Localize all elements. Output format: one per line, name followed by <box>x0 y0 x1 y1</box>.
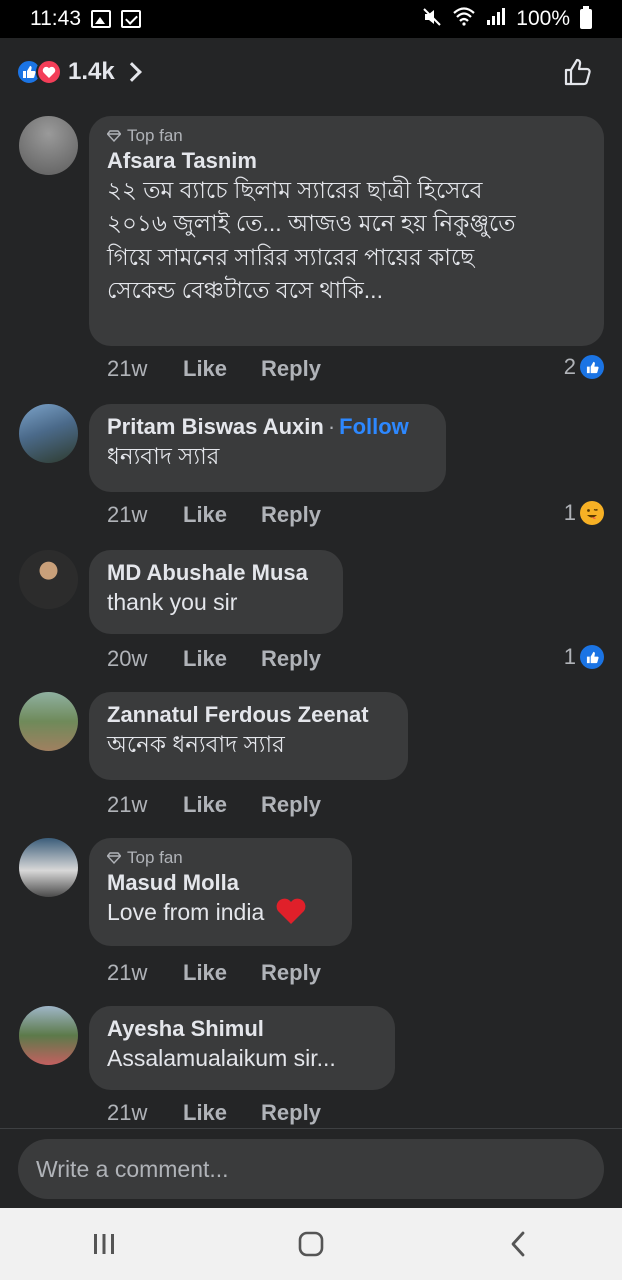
comment-text: অনেক ধন্যবাদ স্যার <box>107 731 285 757</box>
diamond-icon <box>107 852 121 864</box>
back-icon <box>511 1231 525 1257</box>
wifi-icon <box>452 6 476 32</box>
reactions-summary[interactable]: 1.4k <box>16 58 142 86</box>
like-button[interactable]: Like <box>183 1100 227 1126</box>
commenter-name[interactable]: Ayesha Shimul <box>107 1016 377 1042</box>
comment-text: Love from india <box>107 896 334 929</box>
comment-time: 21w <box>107 1100 148 1125</box>
like-button[interactable]: Like <box>183 646 227 672</box>
top-fan-badge: Top fan <box>107 126 586 146</box>
avatar[interactable] <box>19 404 78 463</box>
reply-button[interactable]: Reply <box>261 792 321 818</box>
avatar[interactable] <box>19 838 78 897</box>
signal-icon <box>486 7 506 31</box>
comment-time: 21w <box>107 960 148 985</box>
battery-icon <box>580 6 592 29</box>
comment-time: 21w <box>107 356 148 381</box>
haha-icon <box>580 501 604 525</box>
reply-button[interactable]: Reply <box>261 356 321 382</box>
comment-bubble: MD Abushale Musa thank you sir <box>89 550 343 634</box>
comment-actions: 21w Like Reply <box>107 502 355 528</box>
comment-reactions[interactable]: 1 <box>564 644 604 670</box>
status-time: 11:43 <box>30 7 81 30</box>
gallery-notification-icon <box>91 10 111 28</box>
reaction-count: 1.4k <box>68 58 115 85</box>
comment-actions: 21w Like Reply <box>107 1100 355 1126</box>
comment-actions: 20w Like Reply <box>107 646 355 672</box>
comment-bubble: Pritam Biswas Auxin · Follow ধন্যবাদ স্যার <box>89 404 446 492</box>
comment-text: ২২ তম ব্যাচে ছিলাম স্যারের ছাত্রী হিসেবে… <box>107 177 516 304</box>
commenter-name[interactable]: MD Abushale Musa <box>107 560 325 586</box>
follow-button[interactable]: Follow <box>339 414 409 439</box>
comment-time: 20w <box>107 646 148 671</box>
avatar[interactable] <box>19 1006 78 1065</box>
comment-text: thank you sir <box>107 589 238 615</box>
commenter-name[interactable]: Masud Molla <box>107 870 334 896</box>
comment-actions: 21w Like Reply <box>107 356 355 382</box>
reply-button[interactable]: Reply <box>261 960 321 986</box>
comment-reactions[interactable]: 1 <box>564 500 604 526</box>
reply-button[interactable]: Reply <box>261 646 321 672</box>
reply-button[interactable]: Reply <box>261 1100 321 1126</box>
comment-bubble: Zannatul Ferdous Zeenat অনেক ধন্যবাদ স্য… <box>89 692 408 780</box>
avatar[interactable] <box>19 550 78 609</box>
comment-composer <box>0 1128 622 1208</box>
check-notification-icon <box>121 10 141 28</box>
like-button[interactable]: Like <box>183 356 227 382</box>
comment-text: Assalamualaikum sir... <box>107 1045 336 1071</box>
red-heart-emoji-icon <box>276 898 306 924</box>
comment-actions: 21w Like Reply <box>107 960 355 986</box>
diamond-icon <box>107 130 121 142</box>
like-button[interactable]: Like <box>183 502 227 528</box>
battery-percent: 100% <box>516 7 570 30</box>
home-button[interactable] <box>281 1219 341 1269</box>
thumbs-up-outline-icon <box>564 58 591 86</box>
recent-apps-icon <box>93 1234 114 1254</box>
comment-text: ধন্যবাদ স্যার <box>107 443 220 469</box>
comment-bubble: Ayesha Shimul Assalamualaikum sir... <box>89 1006 395 1090</box>
home-icon <box>298 1231 324 1257</box>
chevron-right-icon <box>121 62 142 82</box>
comment-bubble: Top fan Masud Molla Love from india <box>89 838 352 946</box>
like-icon <box>580 645 604 669</box>
avatar[interactable] <box>19 692 78 751</box>
status-bar: 11:43 100% <box>0 0 622 38</box>
comment-bubble: Top fan Afsara Tasnim ২২ তম ব্যাচে ছিলাম… <box>89 116 604 346</box>
back-button[interactable] <box>488 1219 548 1269</box>
comment-reactions[interactable]: 2 <box>564 354 604 380</box>
reply-button[interactable]: Reply <box>261 502 321 528</box>
like-icon <box>580 355 604 379</box>
like-button[interactable] <box>562 56 594 88</box>
top-fan-badge: Top fan <box>107 848 334 868</box>
mute-icon <box>422 7 442 32</box>
commenter-name[interactable]: Afsara Tasnim <box>107 148 586 174</box>
like-button[interactable]: Like <box>183 792 227 818</box>
comment-input[interactable] <box>18 1139 604 1199</box>
system-nav-bar <box>0 1208 622 1280</box>
commenter-name: Pritam Biswas Auxin · Follow <box>107 414 409 439</box>
like-button[interactable]: Like <box>183 960 227 986</box>
love-reaction-icon <box>36 59 62 85</box>
reactions-header: 1.4k <box>0 38 622 106</box>
commenter-name[interactable]: Zannatul Ferdous Zeenat <box>107 702 390 728</box>
comment-time: 21w <box>107 792 148 817</box>
avatar[interactable] <box>19 116 78 175</box>
recent-apps-button[interactable] <box>74 1219 134 1269</box>
comment-actions: 21w Like Reply <box>107 792 355 818</box>
comment-time: 21w <box>107 502 148 527</box>
